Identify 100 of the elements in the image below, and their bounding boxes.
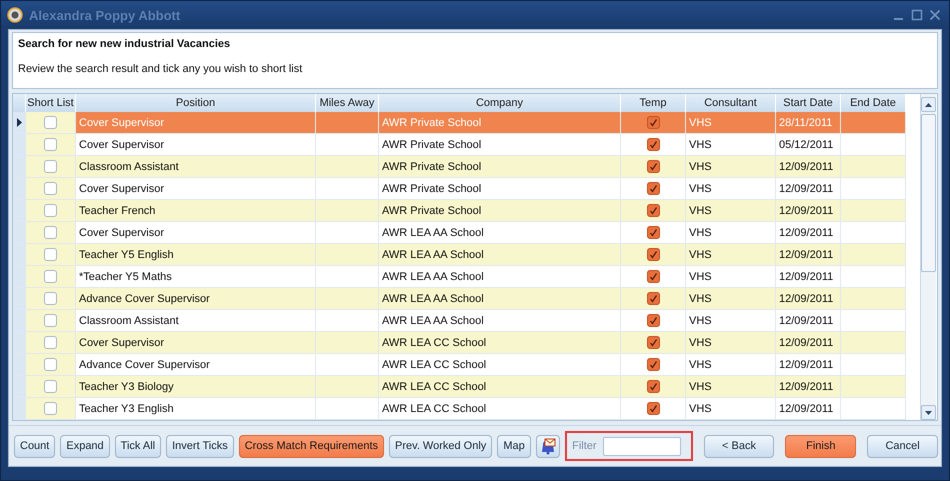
send-message-button[interactable] (536, 434, 560, 458)
table-cell: AWR Private School (379, 112, 621, 134)
row-header-cell[interactable] (13, 244, 26, 266)
table-cell: 12/09/2011 (776, 310, 841, 332)
row-header-cell[interactable] (13, 178, 26, 200)
row-header-cell[interactable] (13, 200, 26, 222)
column-header[interactable]: Start Date (776, 94, 841, 112)
checkbox[interactable] (44, 402, 57, 415)
column-header[interactable]: Temp (621, 94, 686, 112)
instruction-text: Review the search result and tick any you wish to short list (18, 63, 304, 75)
table-cell: AWR Private School (379, 134, 621, 156)
toolbar-button[interactable]: Count (14, 434, 56, 458)
checkbox[interactable] (44, 248, 57, 261)
table-cell: Teacher Y3 Biology (76, 376, 316, 398)
scroll-up-button[interactable] (921, 97, 936, 112)
checkbox[interactable] (44, 138, 57, 151)
filter-field[interactable] (602, 436, 681, 456)
table-cell: 12/09/2011 (776, 222, 841, 244)
row-header-cell[interactable] (13, 332, 26, 354)
table-cell: VHS (686, 112, 776, 134)
checkbox[interactable] (44, 160, 57, 173)
table-cell: 12/09/2011 (776, 288, 841, 310)
checkbox[interactable] (44, 292, 57, 305)
scrollbar-thumb[interactable] (921, 114, 936, 272)
close-icon[interactable] (929, 9, 941, 21)
column-header[interactable]: Position (76, 94, 316, 112)
column-header[interactable]: Company (379, 94, 621, 112)
checkbox[interactable] (44, 380, 57, 393)
maximize-icon[interactable] (911, 9, 923, 21)
checkbox[interactable] (44, 314, 57, 327)
checkbox[interactable] (646, 182, 660, 195)
table-cell: VHS (686, 134, 776, 156)
table-cell: VHS (686, 156, 776, 178)
table-cell: VHS (686, 244, 776, 266)
column-header[interactable]: Miles Away (316, 94, 379, 112)
checkbox[interactable] (646, 358, 660, 371)
cross-match-button[interactable]: Cross Match Requirements (238, 434, 384, 458)
table-cell: 12/09/2011 (776, 332, 841, 354)
checkbox[interactable] (44, 336, 57, 349)
row-header-cell[interactable] (13, 354, 26, 376)
row-header-cell[interactable] (13, 376, 26, 398)
row-header-cell[interactable] (13, 112, 26, 134)
row-header-cell[interactable] (13, 288, 26, 310)
checkbox[interactable] (646, 336, 660, 349)
checkbox[interactable] (646, 248, 660, 261)
dialog-button[interactable]: Finish (785, 434, 856, 458)
table-cell: 12/09/2011 (776, 200, 841, 222)
down-arrow-icon (925, 410, 932, 414)
row-header-cell[interactable] (13, 134, 26, 156)
table-cell: VHS (686, 178, 776, 200)
checkbox[interactable] (646, 402, 660, 415)
toolbar-button[interactable]: Tick All (114, 434, 162, 458)
row-header-cell[interactable] (13, 222, 26, 244)
table-cell: 12/09/2011 (776, 266, 841, 288)
table-cell: Teacher Y3 English (76, 398, 316, 420)
dialog-button[interactable]: Cancel (867, 434, 938, 458)
checkbox[interactable] (44, 182, 57, 195)
checkbox[interactable] (646, 226, 660, 239)
window-title: Alexandra Poppy Abbott (29, 8, 182, 22)
checkbox[interactable] (646, 314, 660, 327)
checkbox[interactable] (646, 204, 660, 217)
table-cell: AWR LEA AA School (379, 310, 621, 332)
checkbox[interactable] (646, 270, 660, 283)
checkbox[interactable] (44, 204, 57, 217)
table-cell: AWR LEA AA School (379, 244, 621, 266)
table-cell: 12/09/2011 (776, 354, 841, 376)
table-cell: Teacher French (76, 200, 316, 222)
row-header-cell[interactable] (13, 156, 26, 178)
column-header[interactable]: Short List (26, 94, 76, 112)
toolbar-button[interactable]: Invert Ticks (166, 434, 234, 458)
filter-label: Filter (572, 440, 597, 452)
scroll-down-button[interactable] (921, 405, 936, 420)
column-header[interactable]: End Date (841, 94, 906, 112)
checkbox[interactable] (44, 358, 57, 371)
checkbox[interactable] (44, 226, 57, 239)
row-header-cell[interactable] (13, 266, 26, 288)
checkbox[interactable] (646, 160, 660, 173)
toolbar-button[interactable]: Prev. Worked Only (389, 434, 492, 458)
table-cell: Cover Supervisor (76, 112, 316, 134)
dialog-button[interactable]: < Back (704, 434, 774, 458)
table-cell: 28/11/2011 (776, 112, 841, 134)
checkbox[interactable] (646, 116, 660, 129)
table-cell: AWR LEA CC School (379, 376, 621, 398)
row-header-cell[interactable] (13, 310, 26, 332)
checkbox[interactable] (646, 380, 660, 393)
table-cell: Classroom Assistant (76, 310, 316, 332)
table-cell: Teacher Y5 English (76, 244, 316, 266)
row-header-cell[interactable] (13, 398, 26, 420)
column-header[interactable]: Consultant (686, 94, 776, 112)
table-cell: VHS (686, 200, 776, 222)
checkbox[interactable] (44, 270, 57, 283)
table-cell: AWR Private School (379, 156, 621, 178)
table-cell: Cover Supervisor (76, 332, 316, 354)
toolbar-button[interactable]: Expand (60, 434, 110, 458)
checkbox[interactable] (646, 292, 660, 305)
checkbox[interactable] (646, 138, 660, 151)
checkbox[interactable] (44, 116, 57, 129)
table-cell: AWR Private School (379, 178, 621, 200)
toolbar-button[interactable]: Map (497, 434, 531, 458)
table-cell: 12/09/2011 (776, 376, 841, 398)
